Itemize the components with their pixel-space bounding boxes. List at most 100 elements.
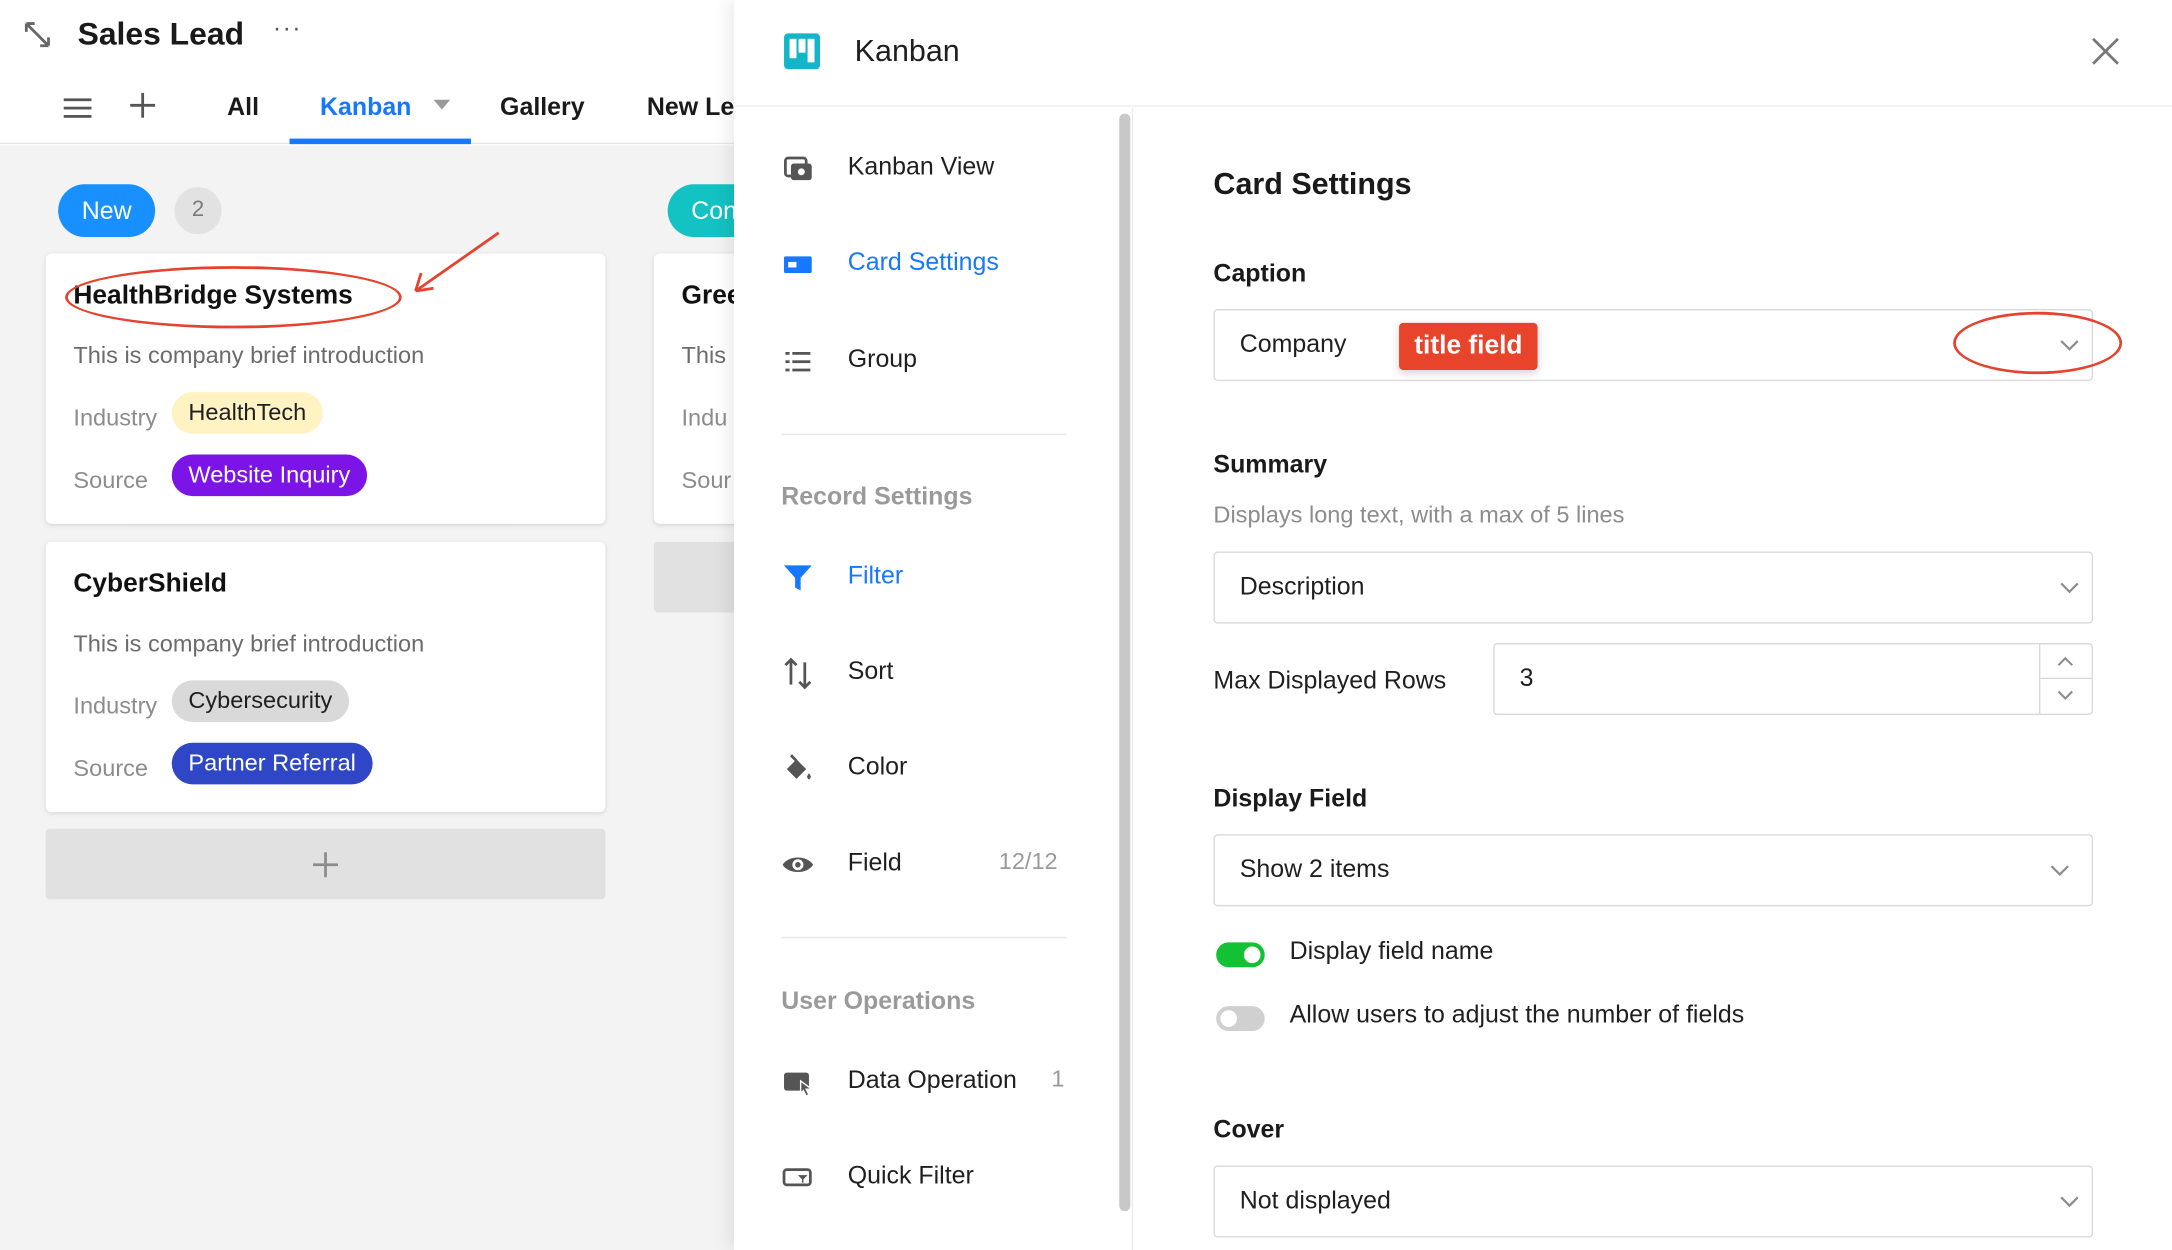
display-field-label: Display Field <box>1213 784 1368 813</box>
drawer-title: Kanban <box>854 33 960 68</box>
nav-divider <box>781 433 1067 436</box>
nav-item-group[interactable]: Group <box>781 341 1072 383</box>
nav-label: Card Settings <box>847 248 999 276</box>
field-count: 12/12 <box>998 848 1058 875</box>
source-tag: Website Inquiry <box>171 454 367 497</box>
summary-label: Summary <box>1213 450 1328 479</box>
card-title: CyberShield <box>73 569 227 599</box>
display-field-select[interactable]: Show 2 items <box>1213 834 2094 907</box>
more-options-icon[interactable]: ··· <box>273 14 302 43</box>
max-rows-value: 3 <box>1519 663 1534 692</box>
annotation-ellipse <box>65 266 402 329</box>
card-settings-panel: Card Settings Caption Company title fiel… <box>1134 108 2172 1250</box>
table-title: Sales Lead <box>77 15 245 52</box>
field-label-industry: Industry <box>73 692 158 720</box>
caret-down-icon[interactable] <box>433 99 451 110</box>
max-rows-label: Max Displayed Rows <box>1213 666 1447 695</box>
field-label-industry: Indu <box>681 404 728 431</box>
kanban-logo-icon <box>784 33 821 70</box>
chevron-down-icon <box>2050 865 2069 877</box>
display-field-name-toggle[interactable] <box>1216 942 1265 968</box>
chevron-down-icon <box>2060 1196 2079 1208</box>
filter-icon <box>784 565 812 591</box>
nav-label: Filter <box>847 561 904 589</box>
view-list-menu-icon[interactable] <box>62 94 92 122</box>
annotation-ellipse <box>1953 311 2123 375</box>
nav-item-field[interactable]: Field 12/12 <box>781 844 1072 886</box>
cover-select-value: Not displayed <box>1239 1186 1391 1214</box>
close-icon[interactable] <box>2089 35 2122 68</box>
industry-tag: Cybersecurity <box>171 680 349 723</box>
nav-label: Sort <box>847 656 894 685</box>
chevron-up-icon <box>2057 656 2073 666</box>
stepper-down-button[interactable] <box>2040 679 2091 714</box>
settings-drawer: Kanban Kanban View Card Settings Group R… <box>734 0 2172 1250</box>
stepper-up-button[interactable] <box>2040 644 2092 680</box>
card-description: This is company brief introduction <box>73 342 425 369</box>
cover-select[interactable]: Not displayed <box>1213 1165 2094 1238</box>
add-card-button[interactable] <box>45 828 606 900</box>
caption-select-value: Company <box>1239 329 1347 358</box>
kanban-view-icon <box>784 156 812 181</box>
table-header: Sales Lead ··· All Kanban Gallery New Le <box>0 0 749 145</box>
nav-item-sort[interactable]: Sort <box>781 653 1072 695</box>
toggle-knob <box>1243 946 1261 964</box>
card-description: This is company brief introduction <box>73 630 425 657</box>
card-settings-icon <box>784 256 812 274</box>
tab-gallery[interactable]: Gallery <box>500 93 585 122</box>
summary-hint: Displays long text, with a max of 5 line… <box>1213 501 1625 528</box>
nav-divider <box>781 936 1067 939</box>
nav-item-data-operation[interactable]: Data Operation 1 <box>781 1062 1072 1104</box>
data-operation-icon <box>784 1072 814 1098</box>
caption-label: Caption <box>1213 259 1307 287</box>
add-view-icon[interactable] <box>127 90 157 120</box>
section-heading: Card Settings <box>1213 166 1412 201</box>
chevron-down-icon <box>2060 582 2079 594</box>
nav-item-card-settings[interactable]: Card Settings <box>781 244 1072 286</box>
adjust-fields-toggle[interactable] <box>1216 1006 1265 1032</box>
cover-label: Cover <box>1213 1115 1285 1144</box>
column-tag-new: New <box>58 184 156 237</box>
eye-icon <box>782 857 814 873</box>
plus-icon <box>313 852 338 878</box>
nav-item-filter[interactable]: Filter <box>781 557 1072 599</box>
quantity-stepper <box>2039 644 2092 714</box>
title-field-badge: title field <box>1399 322 1538 371</box>
nav-item-color[interactable]: Color <box>781 748 1072 790</box>
field-label-source: Source <box>73 467 149 494</box>
tab-kanban[interactable]: Kanban <box>320 93 411 122</box>
nav-label: Quick Filter <box>847 1161 974 1190</box>
source-tag: Partner Referral <box>171 742 373 785</box>
industry-tag: HealthTech <box>171 392 323 434</box>
kanban-card[interactable]: CyberShield This is company brief introd… <box>45 541 606 813</box>
settings-nav: Kanban View Card Settings Group Record S… <box>734 108 1134 1250</box>
sort-icon <box>784 657 812 690</box>
annotation-arrow-icon <box>414 231 500 293</box>
nav-item-kanban-view[interactable]: Kanban View <box>781 148 1072 190</box>
card-description: This <box>681 342 727 369</box>
nav-scrollbar[interactable] <box>1119 113 1131 1212</box>
app-root: Sales Lead ··· All Kanban Gallery New Le… <box>0 0 2172 1250</box>
field-label-industry: Industry <box>73 404 158 431</box>
summary-select-value: Description <box>1239 572 1365 601</box>
max-rows-input[interactable]: 3 <box>1493 643 2094 716</box>
summary-select[interactable]: Description <box>1213 551 2094 624</box>
data-operation-count: 1 <box>1051 1065 1065 1093</box>
adjust-fields-label: Allow users to adjust the number of fiel… <box>1289 1000 1745 1029</box>
display-field-name-label: Display field name <box>1289 936 1494 965</box>
nav-label: Field <box>847 848 902 876</box>
nav-label: Kanban View <box>847 152 995 181</box>
display-field-select-value: Show 2 items <box>1239 855 1390 883</box>
nav-label: Group <box>847 345 918 373</box>
drawer-header: Kanban <box>734 0 2172 107</box>
active-tab-underline <box>289 138 471 145</box>
tab-all[interactable]: All <box>227 93 259 122</box>
kanban-board: New 2 Con HealthBridge Systems This is c… <box>0 145 749 1250</box>
tab-new-lead[interactable]: New Le <box>647 93 734 122</box>
field-label-source: Source <box>73 755 149 782</box>
nav-label: Data Operation <box>847 1065 1017 1094</box>
quick-filter-icon <box>782 1168 812 1187</box>
expand-icon[interactable] <box>22 19 52 49</box>
chevron-down-icon <box>2057 690 2073 700</box>
nav-item-quick-filter[interactable]: Quick Filter <box>781 1157 1072 1199</box>
